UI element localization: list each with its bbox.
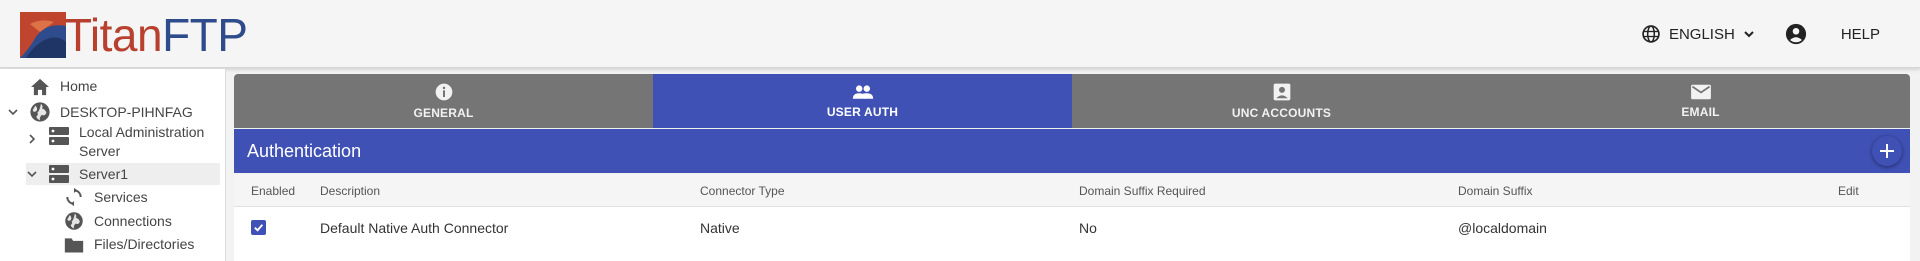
- logo-mark-icon: [20, 12, 66, 58]
- tab-unc-accounts[interactable]: UNC ACCOUNTS: [1072, 74, 1491, 128]
- globe-icon: [1642, 25, 1660, 43]
- tree-item-label-line1: Local Administration: [79, 124, 205, 140]
- section-title: Authentication: [247, 140, 362, 161]
- mail-icon: [1690, 84, 1711, 100]
- table-header-row: Enabled Description Connector Type Domai…: [234, 175, 1910, 207]
- column-header-domain-suffix-required[interactable]: Domain Suffix Required: [1079, 184, 1206, 198]
- table-row[interactable]: Default Native Auth Connector Native No …: [234, 208, 1910, 248]
- tree-item-services[interactable]: Services: [64, 187, 148, 207]
- tree-item-server1[interactable]: Server1: [26, 163, 220, 185]
- tab-email[interactable]: EMAIL: [1491, 74, 1910, 128]
- tree-item-files-directories[interactable]: Files/Directories: [64, 235, 194, 254]
- tab-label: GENERAL: [413, 106, 474, 120]
- chevron-down-icon: [8, 109, 18, 116]
- tree-item-label: Files/Directories: [94, 236, 195, 252]
- tree-item-label-line2: Server: [79, 143, 121, 159]
- tab-general[interactable]: GENERAL: [234, 74, 653, 128]
- account-button[interactable]: [1785, 23, 1807, 45]
- tab-user-auth[interactable]: USER AUTH: [653, 74, 1072, 128]
- tree-item-home[interactable]: Home: [30, 77, 97, 96]
- help-button[interactable]: HELP: [1841, 26, 1880, 43]
- tab-bar: GENERAL USER AUTH UNC ACCOUNTS EMAIL: [234, 74, 1910, 128]
- chevron-down-icon: [27, 171, 37, 178]
- tab-label: EMAIL: [1681, 105, 1720, 119]
- info-icon: [435, 83, 452, 101]
- folder-icon: [64, 237, 84, 252]
- enabled-checkbox[interactable]: [251, 220, 266, 235]
- auth-connectors-table: Enabled Description Connector Type Domai…: [234, 175, 1910, 261]
- tree-item-local-admin-server[interactable]: Local Administration Server: [26, 123, 204, 161]
- column-header-domain-suffix[interactable]: Domain Suffix: [1458, 184, 1532, 198]
- cell-description: Default Native Auth Connector: [320, 220, 509, 236]
- language-label: ENGLISH: [1668, 25, 1735, 43]
- cell-domain-suffix: @localdomain: [1458, 220, 1547, 236]
- column-header-edit: Edit: [1838, 184, 1859, 198]
- logo-text-titan: Titan: [64, 9, 163, 61]
- server-icon: [49, 165, 69, 183]
- sync-icon: [66, 187, 82, 207]
- plus-icon: [1880, 144, 1894, 158]
- tree-item-label: DESKTOP-PIHNFAG: [60, 103, 193, 120]
- main-content: GENERAL USER AUTH UNC ACCOUNTS EMAIL Aut…: [234, 74, 1910, 261]
- tree-item-label: Home: [60, 78, 98, 94]
- tree-item-connections[interactable]: Connections: [64, 211, 172, 231]
- tree-item-label: Local Administration Server: [79, 123, 204, 161]
- app-header: TitanFTP ENGLISH HELP: [0, 0, 1920, 68]
- check-icon: [254, 224, 264, 232]
- add-connector-button[interactable]: [1872, 136, 1902, 166]
- tree-item-label: Server1: [79, 165, 129, 182]
- titanftp-logo[interactable]: TitanFTP: [20, 9, 248, 61]
- tree-item-desktop[interactable]: DESKTOP-PIHNFAG: [7, 101, 193, 123]
- account-box-icon: [1273, 83, 1290, 101]
- logo-text-ftp: FTP: [162, 9, 248, 61]
- column-header-description[interactable]: Description: [320, 184, 380, 198]
- language-selector[interactable]: ENGLISH: [1641, 24, 1755, 44]
- tree-item-label: Connections: [94, 212, 172, 229]
- column-header-enabled[interactable]: Enabled: [251, 184, 295, 198]
- column-header-connector-type[interactable]: Connector Type: [700, 184, 785, 198]
- cell-connector-type: Native: [700, 220, 740, 236]
- logo-text: TitanFTP: [64, 9, 248, 61]
- globe-icon: [65, 212, 83, 230]
- tree-item-label: Services: [94, 188, 148, 205]
- chevron-down-icon: [1744, 31, 1754, 38]
- authentication-header: Authentication: [234, 129, 1910, 173]
- tab-label: UNC ACCOUNTS: [1231, 106, 1332, 120]
- navigation-tree: Home DESKTOP-PIHNFAG Local Administratio…: [0, 69, 226, 261]
- server-icon: [49, 127, 69, 145]
- cell-domain-suffix-required: No: [1079, 220, 1097, 236]
- account-circle-icon: [1785, 23, 1806, 45]
- globe-icon: [30, 102, 50, 122]
- people-icon: [852, 85, 873, 99]
- home-icon: [31, 78, 49, 95]
- chevron-right-icon: [29, 134, 36, 144]
- tab-label: USER AUTH: [826, 105, 899, 119]
